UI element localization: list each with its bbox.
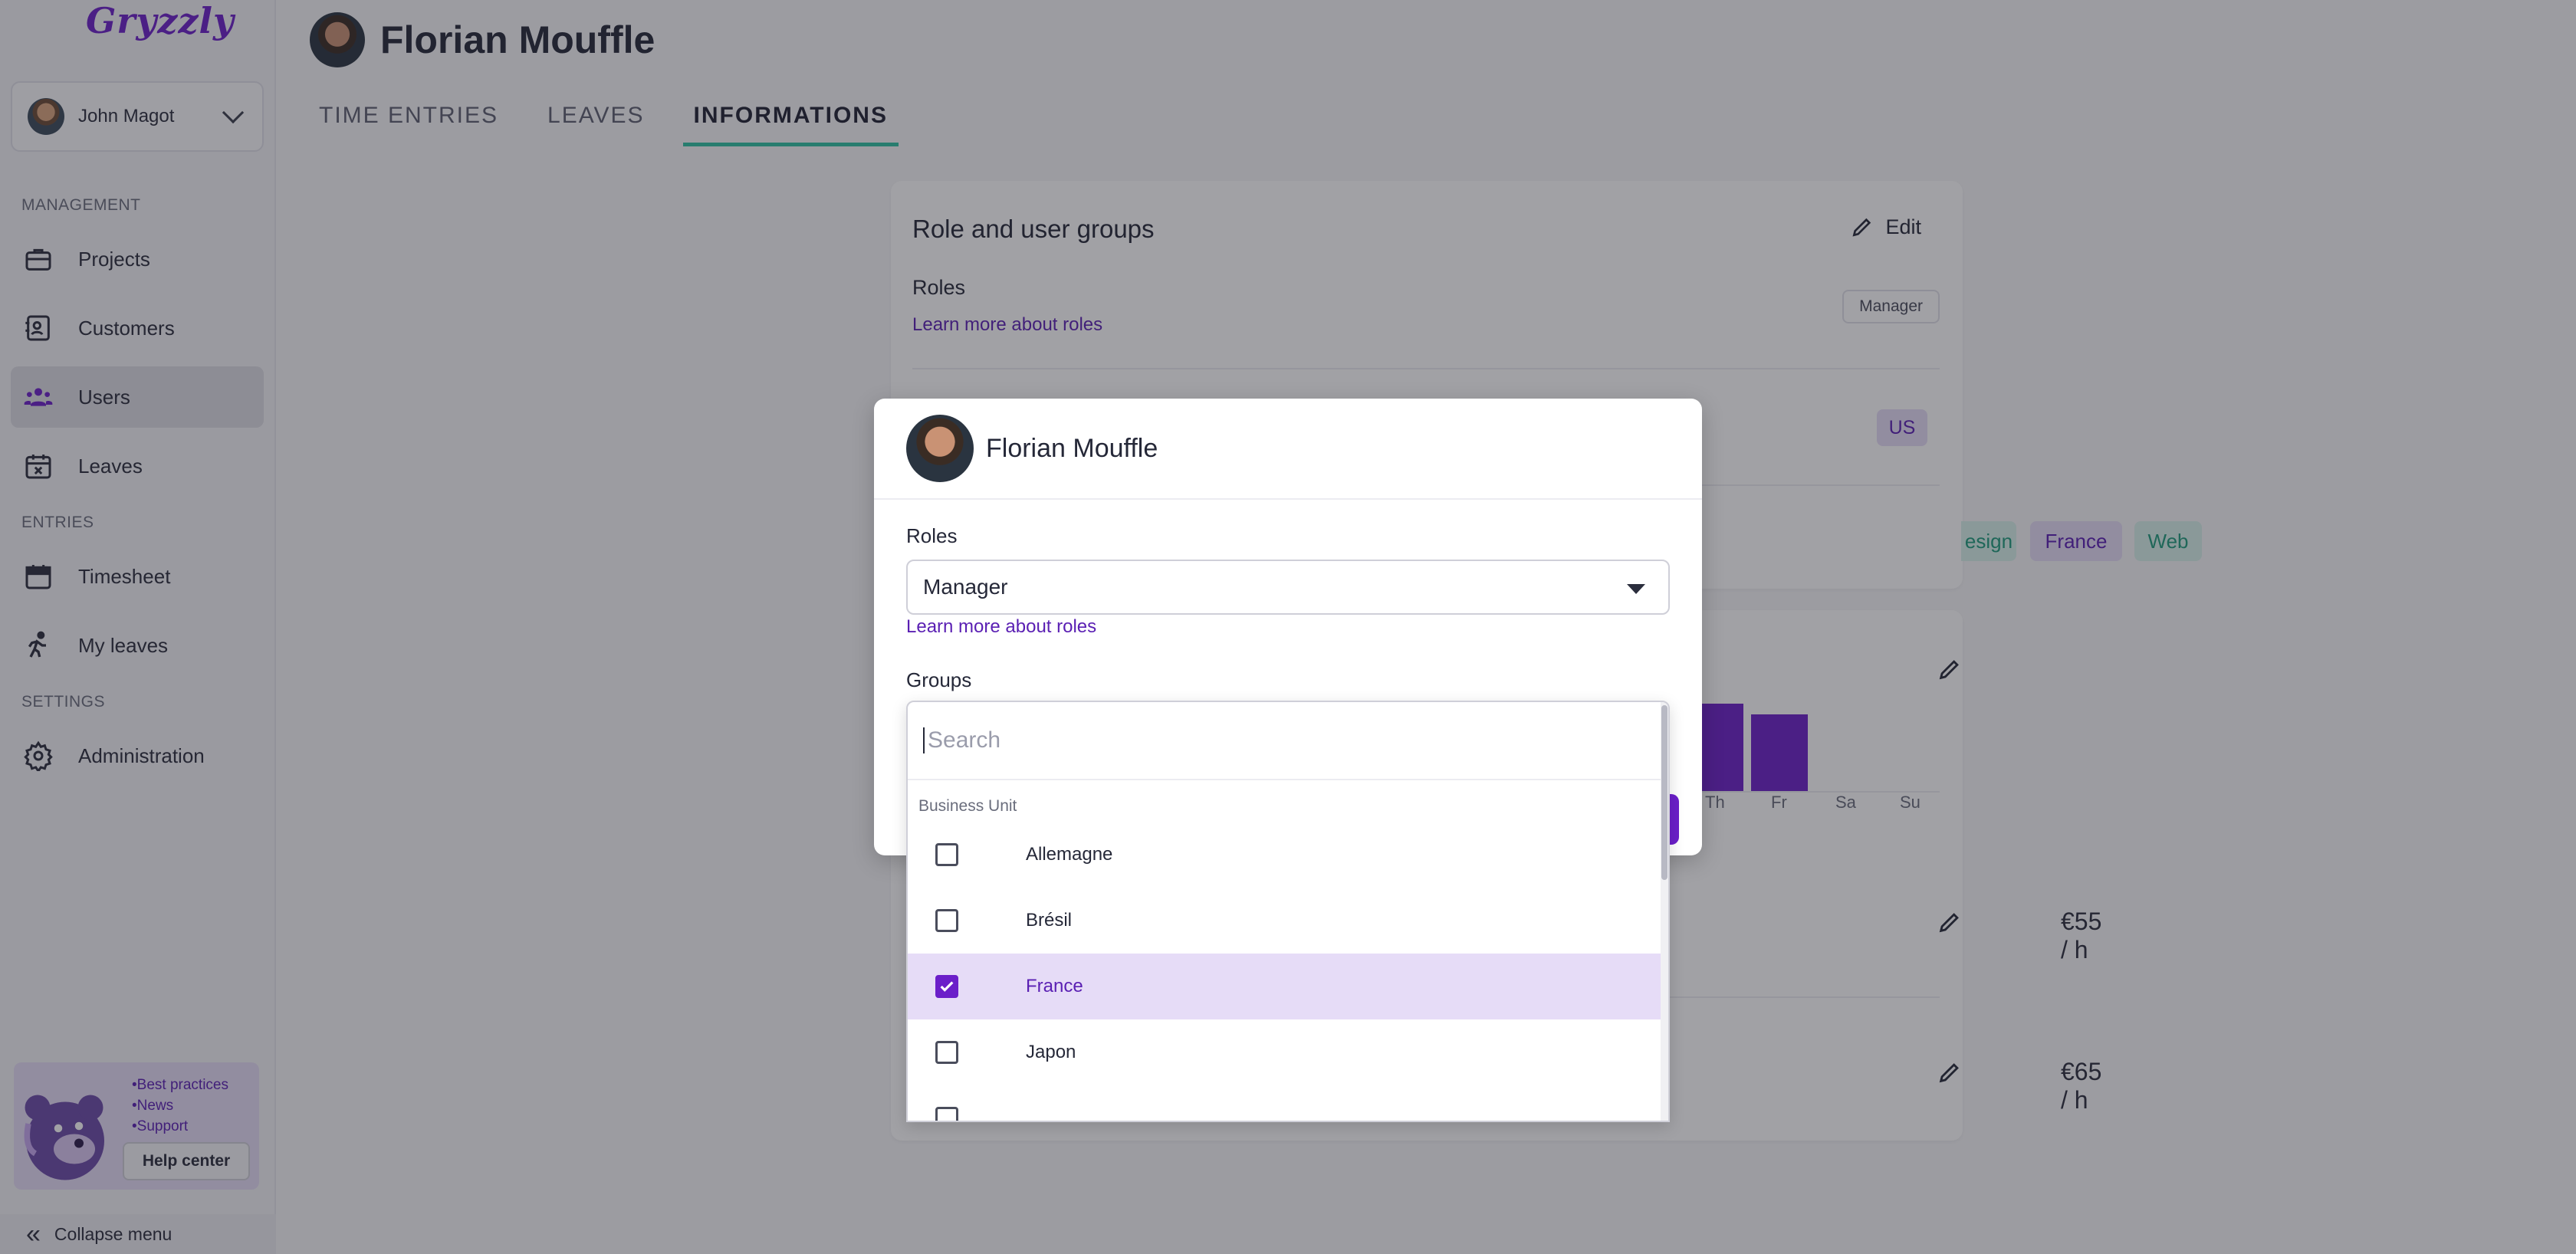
caret-down-icon: [1627, 584, 1645, 594]
roles-label: Roles: [906, 524, 958, 547]
option-label: France: [1026, 976, 1083, 996]
modal-title: Florian Mouffle: [986, 433, 1158, 463]
option-group-header: Business Unit: [918, 797, 1017, 815]
group-option-partial[interactable]: [908, 1085, 1664, 1121]
role-select[interactable]: Manager: [906, 560, 1670, 615]
scrollbar-thumb[interactable]: [1661, 705, 1668, 880]
avatar: [906, 415, 974, 482]
modal-header: Florian Mouffle: [874, 399, 1702, 500]
groups-search-input[interactable]: [923, 727, 1613, 753]
checkbox[interactable]: [935, 909, 958, 932]
scrollbar[interactable]: [1661, 702, 1668, 1121]
groups-dropdown: Business Unit Allemagne Brésil France Ja…: [906, 701, 1670, 1122]
group-option-japon[interactable]: Japon: [908, 1019, 1664, 1085]
groups-label: Groups: [906, 668, 972, 691]
group-option-allemagne[interactable]: Allemagne: [908, 822, 1664, 888]
group-option-france[interactable]: France: [908, 954, 1664, 1019]
learn-more-roles-link[interactable]: Learn more about roles: [906, 616, 1096, 638]
checkmark-icon: [940, 981, 954, 992]
option-label: Japon: [1026, 1042, 1076, 1062]
checkbox[interactable]: [935, 1107, 958, 1121]
group-option-bresil[interactable]: Brésil: [908, 888, 1664, 954]
checkbox[interactable]: [935, 843, 958, 866]
option-label: Brésil: [1026, 910, 1073, 931]
checkbox-checked[interactable]: [935, 975, 958, 998]
option-label: Allemagne: [1026, 844, 1113, 865]
role-select-value: Manager: [923, 575, 1008, 599]
checkbox[interactable]: [935, 1041, 958, 1064]
groups-search: [908, 702, 1664, 780]
